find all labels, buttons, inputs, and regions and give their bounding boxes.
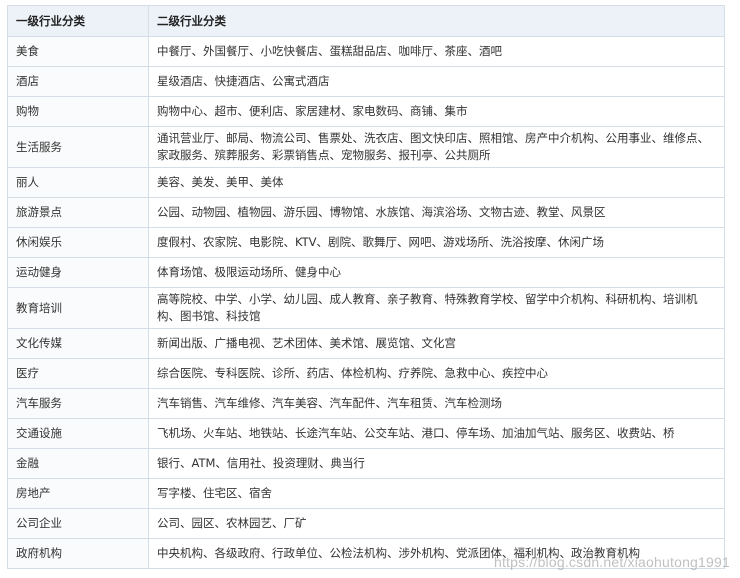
table-row: 美食 中餐厅、外国餐厅、小吃快餐店、蛋糕甜品店、咖啡厅、茶座、酒吧 bbox=[7, 36, 725, 67]
level1-category-cell: 房地产 bbox=[7, 478, 149, 509]
level1-category-cell: 丽人 bbox=[7, 167, 149, 198]
table-row: 医疗 综合医院、专科医院、诊所、药店、体检机构、疗养院、急救中心、疾控中心 bbox=[7, 358, 725, 389]
level2-category-cell: 综合医院、专科医院、诊所、药店、体检机构、疗养院、急救中心、疾控中心 bbox=[148, 358, 725, 389]
level1-category-cell: 文化传媒 bbox=[7, 328, 149, 359]
level1-category-cell: 政府机构 bbox=[7, 538, 149, 569]
level2-category-cell: 写字楼、住宅区、宿舍 bbox=[148, 478, 725, 509]
watermark-text: https://blog.csdn.net/xiaohutong1991 bbox=[493, 554, 730, 570]
table-row: 购物 购物中心、超市、便利店、家居建材、家电数码、商铺、集市 bbox=[7, 96, 725, 127]
level1-category-cell: 交通设施 bbox=[7, 418, 149, 449]
level2-category-cell: 高等院校、中学、小学、幼儿园、成人教育、亲子教育、特殊教育学校、留学中介机构、科… bbox=[148, 287, 725, 329]
level1-category-cell: 公司企业 bbox=[7, 508, 149, 539]
table-row: 汽车服务 汽车销售、汽车维修、汽车美容、汽车配件、汽车租赁、汽车检测场 bbox=[7, 388, 725, 419]
level2-category-cell: 银行、ATM、信用社、投资理财、典当行 bbox=[148, 448, 725, 479]
header-row: 一级行业分类 二级行业分类 bbox=[7, 5, 725, 37]
table-row: 金融 银行、ATM、信用社、投资理财、典当行 bbox=[7, 448, 725, 479]
level2-category-cell: 新闻出版、广播电视、艺术团体、美术馆、展览馆、文化宫 bbox=[148, 328, 725, 359]
level2-category-cell: 中餐厅、外国餐厅、小吃快餐店、蛋糕甜品店、咖啡厅、茶座、酒吧 bbox=[148, 36, 725, 67]
level1-category-cell: 教育培训 bbox=[7, 287, 149, 329]
level1-category-cell: 生活服务 bbox=[7, 126, 149, 168]
level2-category-cell: 美容、美发、美甲、美体 bbox=[148, 167, 725, 198]
table-row: 酒店 星级酒店、快捷酒店、公寓式酒店 bbox=[7, 66, 725, 97]
table-row: 文化传媒 新闻出版、广播电视、艺术团体、美术馆、展览馆、文化宫 bbox=[7, 328, 725, 359]
level2-category-cell: 星级酒店、快捷酒店、公寓式酒店 bbox=[148, 66, 725, 97]
header-level1: 一级行业分类 bbox=[7, 5, 149, 37]
level1-category-cell: 旅游景点 bbox=[7, 197, 149, 228]
level1-category-cell: 酒店 bbox=[7, 66, 149, 97]
level1-category-cell: 汽车服务 bbox=[7, 388, 149, 419]
level2-category-cell: 通讯营业厅、邮局、物流公司、售票处、洗衣店、图文快印店、照相馆、房产中介机构、公… bbox=[148, 126, 725, 168]
level2-category-cell: 公园、动物园、植物园、游乐园、博物馆、水族馆、海滨浴场、文物古迹、教堂、风景区 bbox=[148, 197, 725, 228]
table-row: 公司企业 公司、园区、农林园艺、厂矿 bbox=[7, 508, 725, 539]
level1-category-cell: 医疗 bbox=[7, 358, 149, 389]
level1-category-cell: 休闲娱乐 bbox=[7, 227, 149, 258]
page: 一级行业分类 二级行业分类 美食 中餐厅、外国餐厅、小吃快餐店、蛋糕甜品店、咖啡厅… bbox=[0, 0, 740, 578]
level2-category-cell: 公司、园区、农林园艺、厂矿 bbox=[148, 508, 725, 539]
table-row: 房地产 写字楼、住宅区、宿舍 bbox=[7, 478, 725, 509]
table-row: 休闲娱乐 度假村、农家院、电影院、KTV、剧院、歌舞厅、网吧、游戏场所、洗浴按摩、… bbox=[7, 227, 725, 258]
level1-category-cell: 美食 bbox=[7, 36, 149, 67]
header-level2: 二级行业分类 bbox=[148, 5, 725, 37]
table-row: 旅游景点 公园、动物园、植物园、游乐园、博物馆、水族馆、海滨浴场、文物古迹、教堂、… bbox=[7, 197, 725, 228]
level2-category-cell: 体育场馆、极限运动场所、健身中心 bbox=[148, 257, 725, 288]
level2-category-cell: 汽车销售、汽车维修、汽车美容、汽车配件、汽车租赁、汽车检测场 bbox=[148, 388, 725, 419]
level1-category-cell: 金融 bbox=[7, 448, 149, 479]
level2-category-cell: 飞机场、火车站、地铁站、长途汽车站、公交车站、港口、停车场、加油加气站、服务区、… bbox=[148, 418, 725, 449]
industry-category-table: 一级行业分类 二级行业分类 美食 中餐厅、外国餐厅、小吃快餐店、蛋糕甜品店、咖啡厅… bbox=[7, 5, 725, 569]
level1-category-cell: 购物 bbox=[7, 96, 149, 127]
table-row: 交通设施 飞机场、火车站、地铁站、长途汽车站、公交车站、港口、停车场、加油加气站、… bbox=[7, 418, 725, 449]
level1-category-cell: 运动健身 bbox=[7, 257, 149, 288]
table-row: 生活服务 通讯营业厅、邮局、物流公司、售票处、洗衣店、图文快印店、照相馆、房产中介… bbox=[7, 126, 725, 168]
table-body: 美食 中餐厅、外国餐厅、小吃快餐店、蛋糕甜品店、咖啡厅、茶座、酒吧 酒店 星级酒店、快… bbox=[7, 36, 725, 569]
table-row: 丽人 美容、美发、美甲、美体 bbox=[7, 167, 725, 198]
table-header: 一级行业分类 二级行业分类 bbox=[7, 5, 725, 37]
table-row: 教育培训 高等院校、中学、小学、幼儿园、成人教育、亲子教育、特殊教育学校、留学中介… bbox=[7, 287, 725, 329]
level2-category-cell: 购物中心、超市、便利店、家居建材、家电数码、商铺、集市 bbox=[148, 96, 725, 127]
table-row: 运动健身 体育场馆、极限运动场所、健身中心 bbox=[7, 257, 725, 288]
level2-category-cell: 度假村、农家院、电影院、KTV、剧院、歌舞厅、网吧、游戏场所、洗浴按摩、休闲广场 bbox=[148, 227, 725, 258]
